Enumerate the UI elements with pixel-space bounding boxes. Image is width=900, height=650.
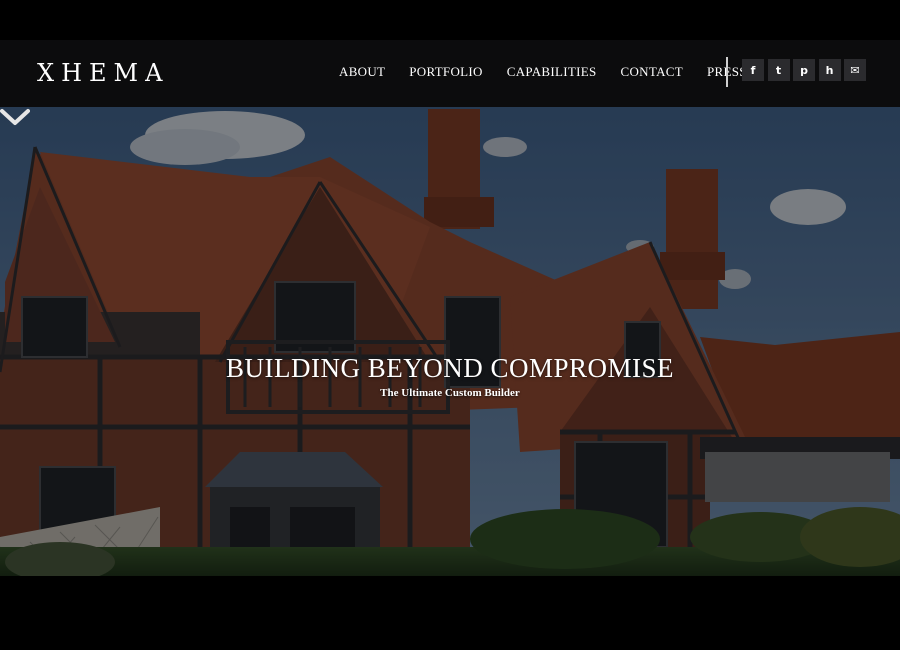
pinterest-icon[interactable]: p	[793, 59, 815, 81]
nav-capabilities[interactable]: CAPABILITIES	[507, 64, 597, 80]
hero-title: BUILDING BEYOND COMPROMISE	[225, 353, 675, 383]
main-nav: ABOUT PORTFOLIO CAPABILITIES CONTACT PRE…	[339, 64, 771, 80]
facebook-icon[interactable]: f	[742, 59, 764, 81]
houzz-icon[interactable]: h	[818, 59, 841, 81]
hero-image	[0, 107, 900, 576]
social-links: f t p h ✉	[742, 59, 870, 81]
hero-headline: BUILDING BEYOND COMPROMISE The Ultimate …	[0, 351, 900, 400]
nav-portfolio[interactable]: PORTFOLIO	[409, 64, 482, 80]
chevron-down-icon[interactable]	[0, 107, 30, 127]
nav-contact[interactable]: CONTACT	[621, 64, 683, 80]
site-header: XHEMA ABOUT PORTFOLIO CAPABILITIES CONTA…	[0, 40, 900, 107]
email-icon[interactable]: ✉	[844, 59, 866, 81]
nav-about[interactable]: ABOUT	[339, 64, 385, 80]
site-logo[interactable]: XHEMA	[37, 59, 169, 87]
hero-banner: BUILDING BEYOND COMPROMISE The Ultimate …	[0, 107, 900, 576]
hero-subtitle: The Ultimate Custom Builder	[380, 387, 520, 399]
twitter-icon[interactable]: t	[767, 59, 790, 81]
nav-divider	[726, 57, 728, 87]
